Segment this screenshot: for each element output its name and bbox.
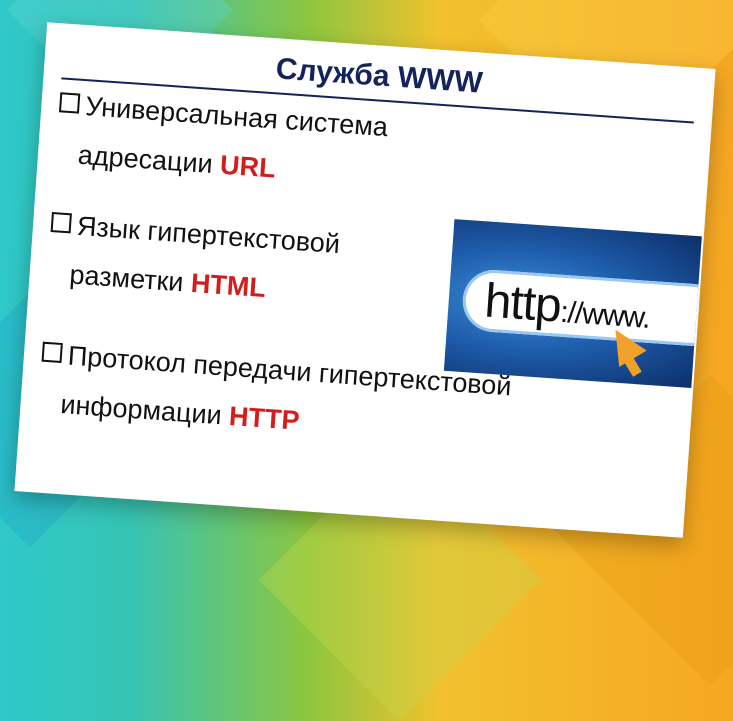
checkbox-bullet-icon xyxy=(50,211,72,234)
item-text: Язык гипертекстовой xyxy=(76,210,342,260)
item-text: адресации xyxy=(76,139,214,180)
list-item: Протокол передачи гипертекстовой информа… xyxy=(38,341,513,450)
item-text: информации xyxy=(59,389,223,431)
checkbox-bullet-icon xyxy=(58,92,81,114)
slide-card: Служба WWW Универсальная система адресац… xyxy=(14,22,716,538)
item-highlight: URL xyxy=(219,149,277,184)
list-item: Язык гипертекстовой разметки HTML xyxy=(47,211,341,307)
http-address-bar-image: http://www. xyxy=(443,219,702,389)
checkbox-bullet-icon xyxy=(41,341,63,364)
list-item: Универсальная система адресации URL xyxy=(55,91,389,190)
item-text: разметки xyxy=(68,259,185,298)
mouse-cursor-stem xyxy=(621,352,642,377)
item-highlight: HTTP xyxy=(228,400,301,436)
item-highlight: HTML xyxy=(189,267,267,304)
